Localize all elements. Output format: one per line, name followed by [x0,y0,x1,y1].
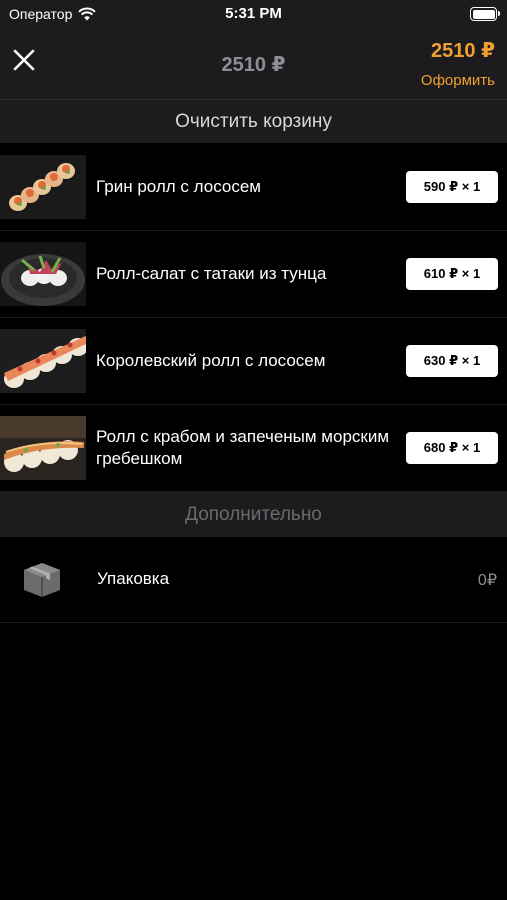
status-time: 5:31 PM [225,5,282,22]
cart-item[interactable]: Королевский ролл с лососем 630 ₽ × 1 [0,318,507,405]
packaging-price: 0₽ [477,572,497,589]
cart-item[interactable]: Ролл-салат с татаки из тунца 610 ₽ × 1 [0,231,507,318]
battery-icon [470,7,500,21]
item-image [0,416,86,480]
order-total: 2510 ₽ [431,40,495,62]
item-name: Грин ролл с лососем [96,177,261,196]
item-name: Ролл с крабом и запеченым морским гребеш… [96,427,390,468]
packaging-label: Упаковка [97,569,170,588]
clear-cart-button[interactable]: Очистить корзину [0,100,507,144]
box-icon [24,563,60,597]
item-image [0,242,86,306]
item-quantity-button[interactable]: 680 ₽ × 1 [406,432,498,464]
additional-section-header: Дополнительно [0,492,507,537]
item-name: Ролл-салат с татаки из тунца [96,264,327,283]
nav-bar: 2510 ₽ 2510 ₽ Оформить [0,28,507,100]
cart-items-list: Грин ролл с лососем 590 ₽ × 1 Ролл-салат… [0,144,507,492]
item-quantity-button[interactable]: 590 ₽ × 1 [406,171,498,203]
packaging-row[interactable]: Упаковка 0₽ [0,537,507,623]
cart-item[interactable]: Ролл с крабом и запеченым морским гребеш… [0,405,507,492]
cart-item[interactable]: Грин ролл с лососем 590 ₽ × 1 [0,144,507,231]
checkout-button[interactable]: Оформить [421,72,495,89]
status-bar: Оператор 5:31 PM [0,0,507,28]
item-quantity-button[interactable]: 630 ₽ × 1 [406,345,498,377]
item-quantity-button[interactable]: 610 ₽ × 1 [406,258,498,290]
item-name: Королевский ролл с лососем [96,351,326,370]
item-image [0,155,86,219]
item-image [0,329,86,393]
